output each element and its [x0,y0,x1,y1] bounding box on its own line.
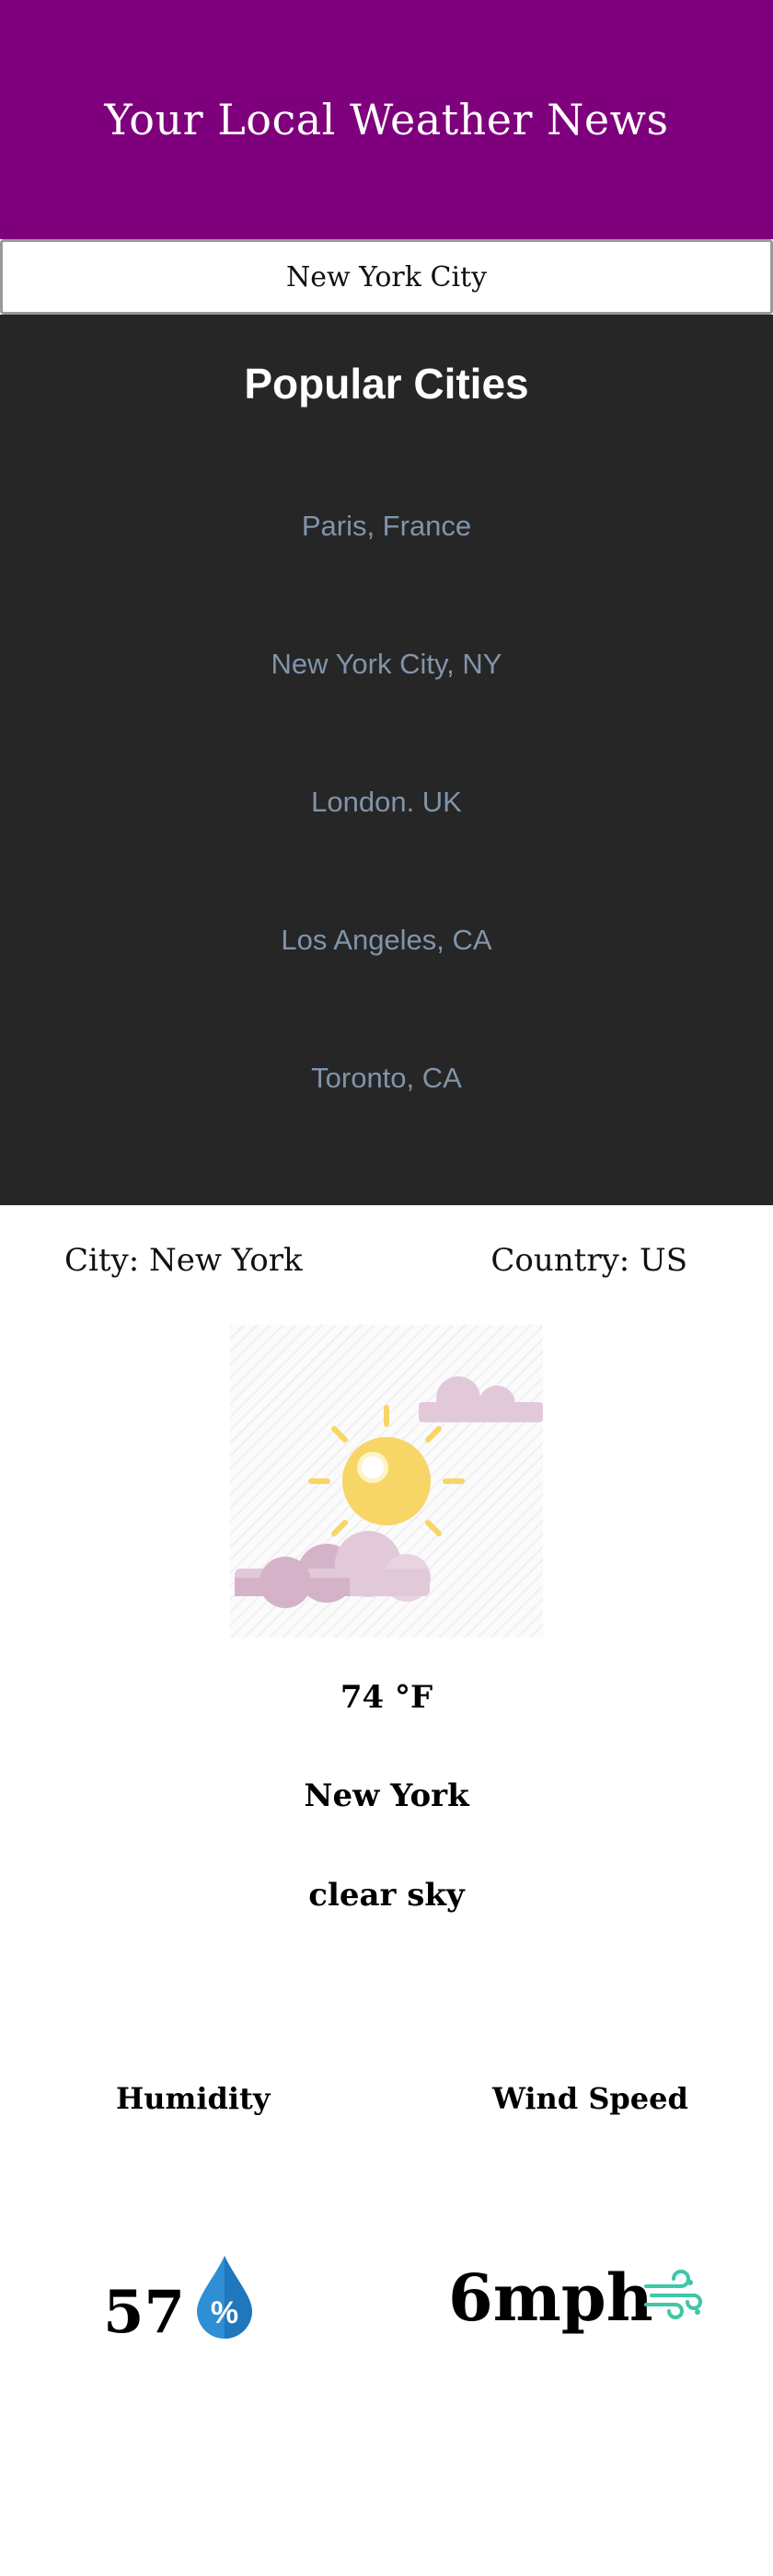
popular-cities-panel: Popular Cities Paris, France New York Ci… [0,315,773,1205]
wind-speed-label: Wind Speed [492,2081,688,2116]
popular-cities-title: Popular Cities [244,360,529,408]
sun-with-clouds-icon [230,1325,543,1638]
header: Your Local Weather News [0,0,773,239]
page-title: Your Local Weather News [104,95,669,144]
wind-speed-value: 6mph [448,2260,653,2336]
temperature: 74 °F [340,1679,433,1716]
humidity-label: Humidity [116,2081,271,2116]
svg-text:%: % [211,2295,238,2330]
city-search-input[interactable] [0,239,773,315]
weather-city: New York [304,1777,469,1814]
city-link-los-angeles[interactable]: Los Angeles, CA [0,924,773,957]
city-link-paris[interactable]: Paris, France [0,510,773,543]
wind-icon [642,2270,703,2321]
city-link-toronto[interactable]: Toronto, CA [0,1062,773,1095]
city-info: City: New York [64,1242,303,1279]
humidity-value: 57 [103,2278,186,2347]
weather-description: clear sky [308,1877,465,1914]
city-link-new-york[interactable]: New York City, NY [0,648,773,681]
city-link-london[interactable]: London. UK [0,786,773,819]
country-info: Country: US [490,1242,687,1279]
humidity-drop-icon: % [195,2254,254,2340]
